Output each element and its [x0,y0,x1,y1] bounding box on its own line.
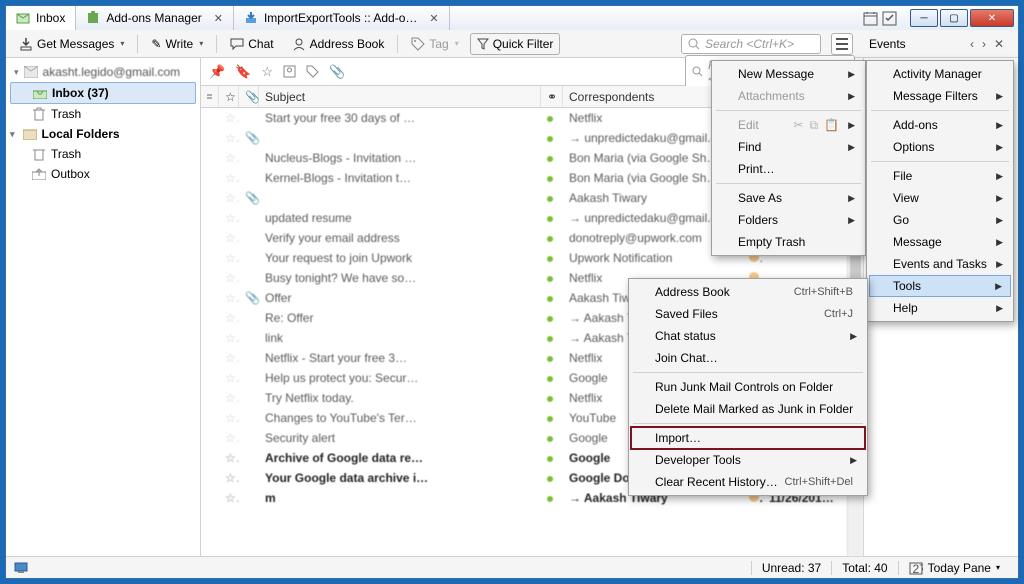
status-bar: Unread: 37 Total: 40 27 Today Pane ▾ [6,556,1018,578]
menu-tools[interactable]: Tools▶ [869,275,1011,297]
menu-go[interactable]: Go▶ [869,209,1011,231]
tag-icon [411,37,425,51]
menu-options[interactable]: Options▶ [869,136,1011,158]
events-title: Events [869,37,906,51]
menu-empty-trash[interactable]: Empty Trash [714,231,863,253]
minimize-button[interactable]: ─ [910,9,938,27]
tag-icon[interactable] [306,65,319,78]
close-icon[interactable]: ✕ [214,12,223,25]
menu-view[interactable]: View▶ [869,187,1011,209]
tab-label: ImportExportTools :: Add-o… [264,11,417,25]
main-toolbar: Get Messages▾ ✎ Write▾ Chat Address Book… [6,30,1018,58]
folder-local-trash[interactable]: Trash [6,144,200,164]
folder-trash[interactable]: Trash [6,104,200,124]
write-button[interactable]: ✎ Write▾ [144,33,210,55]
menu-save-as[interactable]: Save As▶ [714,187,863,209]
tab-label: Inbox [36,11,65,25]
today-pane-button[interactable]: 27 Today Pane ▾ [898,561,1010,575]
download-icon [19,37,33,51]
calendar-icon[interactable] [862,10,878,26]
svg-text:27: 27 [912,562,923,575]
get-messages-button[interactable]: Get Messages▾ [12,33,131,55]
local-folders[interactable]: ▾ Local Folders [6,124,200,144]
close-icon[interactable]: ✕ [994,37,1004,51]
menu-delete-junk[interactable]: Delete Mail Marked as Junk in Folder [631,398,865,420]
trash-icon [32,147,46,161]
menu-message-filters[interactable]: Message Filters▶ [869,85,1011,107]
menu-folders[interactable]: Folders▶ [714,209,863,231]
attachment-icon[interactable]: 📎 [329,64,345,80]
menu-clear-history[interactable]: Clear Recent History…Ctrl+Shift+Del [631,471,865,493]
global-search-input[interactable]: Search <Ctrl+K> [681,34,821,54]
app-menu-cascade[interactable]: Activity Manager Message Filters▶ Add-on… [866,60,1014,322]
menu-activity-manager[interactable]: Activity Manager [869,63,1011,85]
tag-button[interactable]: Tag▾ [404,33,465,55]
tasks-icon[interactable] [881,10,897,26]
menu-run-junk[interactable]: Run Junk Mail Controls on Folder [631,376,865,398]
cut-icon: ✂ [793,118,803,133]
address-book-button[interactable]: Address Book [285,33,392,55]
menu-developer-tools[interactable]: Developer Tools▶ [631,449,865,471]
status-unread: Unread: 37 [751,561,831,575]
menu-saved-files[interactable]: Saved FilesCtrl+J [631,303,865,325]
tools-submenu[interactable]: Address BookCtrl+Shift+B Saved FilesCtrl… [628,278,868,496]
tab-addons[interactable]: Add-ons Manager ✕ [76,6,234,30]
mail-icon [16,11,30,25]
menu-chat-status[interactable]: Chat status▶ [631,325,865,347]
trash-icon [32,107,46,121]
quick-filter-button[interactable]: Quick Filter [470,33,561,55]
menu-addons[interactable]: Add-ons▶ [869,114,1011,136]
account-row[interactable]: ▾ akasht.legido@gmail.com [6,62,200,82]
folder-inbox[interactable]: Inbox (37) [10,82,196,104]
close-button[interactable]: ✕ [970,9,1014,27]
menu-find[interactable]: Find▶ [714,136,863,158]
folder-pane: ▾ akasht.legido@gmail.com Inbox (37) Tra… [6,58,201,556]
maximize-button[interactable]: ▢ [940,9,968,27]
app-menu-button[interactable] [831,33,853,55]
menu-new-message[interactable]: New Message▶ [714,63,863,85]
menu-events-tasks[interactable]: Events and Tasks▶ [869,253,1011,275]
menu-attachments[interactable]: Attachments▶ [714,85,863,107]
puzzle-icon [86,11,100,25]
menu-help[interactable]: Help▶ [869,297,1011,319]
import-icon [244,11,258,25]
tab-importexport[interactable]: ImportExportTools :: Add-o… ✕ [234,6,450,30]
menu-address-book[interactable]: Address BookCtrl+Shift+B [631,281,865,303]
outbox-icon [32,167,46,181]
bookmark-icon[interactable]: 🔖 [235,64,251,80]
folder-icon [23,127,37,141]
contact-icon[interactable] [283,65,296,78]
mail-icon [24,65,38,79]
pin-icon[interactable]: 📌 [209,64,225,80]
star-icon[interactable]: ☆ [261,64,273,80]
chat-icon [230,37,244,51]
menu-join-chat[interactable]: Join Chat… [631,347,865,369]
menu-import[interactable]: Import… [631,427,865,449]
close-icon[interactable]: ✕ [429,12,438,25]
search-icon [688,38,700,50]
paste-icon: 📋 [824,118,839,133]
search-icon [692,66,703,77]
online-icon[interactable] [14,561,28,575]
app-menu[interactable]: New Message▶ Attachments▶ Edit ✂⧉📋 ▶ Fin… [711,60,866,256]
pencil-icon: ✎ [151,37,161,51]
menu-message[interactable]: Message▶ [869,231,1011,253]
chat-button[interactable]: Chat [223,33,280,55]
person-icon [292,37,306,51]
inbox-icon [33,86,47,100]
filter-icon [477,38,489,50]
menu-print[interactable]: Print… [714,158,863,180]
prev-icon[interactable]: ‹ [970,37,974,51]
status-total: Total: 40 [831,561,897,575]
copy-icon: ⧉ [809,118,818,133]
menu-edit[interactable]: Edit ✂⧉📋 ▶ [714,114,863,136]
folder-outbox[interactable]: Outbox [6,164,200,184]
tab-inbox[interactable]: Inbox [6,6,76,30]
next-icon[interactable]: › [982,37,986,51]
tab-label: Add-ons Manager [106,11,201,25]
menu-file[interactable]: File▶ [869,165,1011,187]
title-tab-bar: Inbox Add-ons Manager ✕ ImportExportTool… [6,6,1018,30]
